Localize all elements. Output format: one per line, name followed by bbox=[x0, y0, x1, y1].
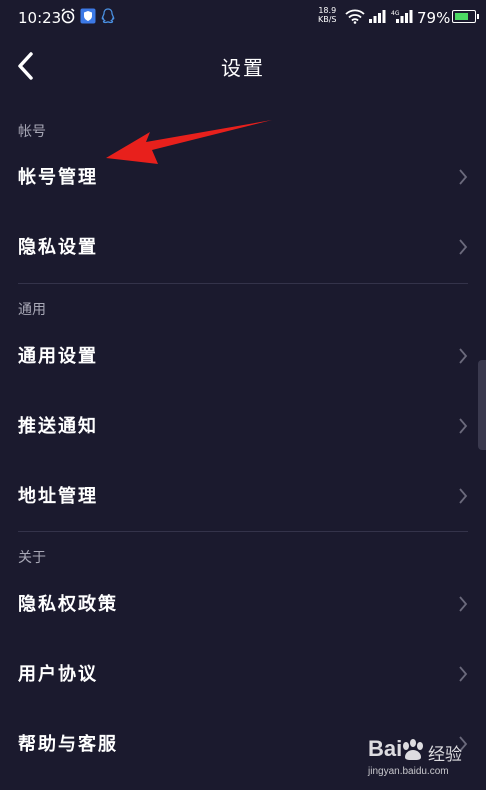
row-label: 通用设置 bbox=[18, 346, 98, 367]
row-privacy-settings[interactable]: 隐私设置 bbox=[0, 212, 486, 282]
wifi-icon bbox=[345, 9, 365, 28]
chevron-right-icon bbox=[459, 666, 468, 682]
chevron-right-icon bbox=[459, 418, 468, 434]
battery-icon bbox=[452, 10, 479, 23]
watermark-url: jingyan.baidu.com bbox=[368, 766, 449, 777]
4g-signal-icon: 4G bbox=[391, 9, 413, 28]
battery-percent: 79% bbox=[417, 9, 451, 27]
section-header-account: 帐号 bbox=[18, 124, 46, 140]
page-title: 设置 bbox=[221, 56, 265, 80]
chevron-right-icon bbox=[459, 348, 468, 364]
chevron-right-icon bbox=[459, 239, 468, 255]
row-general-settings[interactable]: 通用设置 bbox=[0, 321, 486, 391]
net-speed-unit: KB/S bbox=[318, 15, 337, 24]
section-header-about: 关于 bbox=[18, 550, 46, 566]
row-label: 隐私设置 bbox=[18, 237, 98, 258]
row-address-management[interactable]: 地址管理 bbox=[0, 461, 486, 531]
qq-icon bbox=[101, 8, 115, 28]
svg-text:4G: 4G bbox=[391, 10, 400, 17]
row-push-notifications[interactable]: 推送通知 bbox=[0, 391, 486, 461]
status-time: 10:23 bbox=[18, 9, 62, 27]
nav-bar: 设置 bbox=[0, 34, 486, 98]
signal-icon bbox=[368, 9, 386, 28]
row-label: 帮助与客服 bbox=[18, 734, 118, 755]
divider bbox=[18, 283, 468, 284]
chevron-right-icon bbox=[459, 596, 468, 612]
row-label: 推送通知 bbox=[18, 416, 98, 437]
battery-level bbox=[455, 13, 469, 20]
row-privacy-policy[interactable]: 隐私权政策 bbox=[0, 569, 486, 639]
net-speed: 18.9 KB/S bbox=[318, 6, 337, 24]
status-bar: 10:23 18.9 KB/S 4G 79% bbox=[0, 0, 486, 34]
row-label: 地址管理 bbox=[18, 486, 98, 507]
red-arrow-icon bbox=[106, 120, 272, 164]
section-header-general: 通用 bbox=[18, 302, 46, 318]
watermark-text: 经验 bbox=[428, 745, 462, 765]
watermark-logo: Bai bbox=[368, 736, 403, 761]
row-label: 用户协议 bbox=[18, 664, 98, 685]
divider bbox=[18, 531, 468, 532]
row-label: 帐号管理 bbox=[18, 167, 98, 188]
paw-icon bbox=[403, 739, 423, 760]
scrollbar-thumb[interactable] bbox=[478, 360, 486, 450]
net-speed-value: 18.9 bbox=[318, 6, 337, 15]
row-user-agreement[interactable]: 用户协议 bbox=[0, 639, 486, 709]
row-label: 隐私权政策 bbox=[18, 594, 118, 615]
alarm-icon bbox=[60, 8, 76, 28]
chevron-right-icon bbox=[459, 169, 468, 185]
baidu-jingyan-watermark: Bai 经验 jingyan.baidu.com bbox=[368, 736, 480, 782]
chevron-right-icon bbox=[459, 488, 468, 504]
shield-icon bbox=[80, 8, 96, 28]
